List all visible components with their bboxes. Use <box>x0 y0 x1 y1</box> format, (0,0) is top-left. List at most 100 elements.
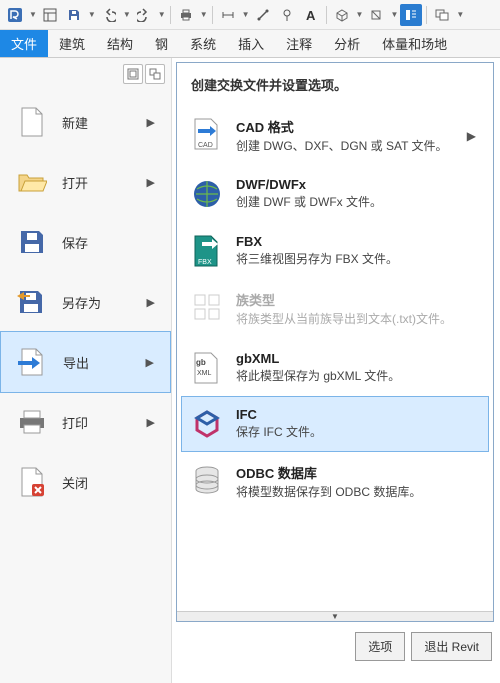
dropdown-icon[interactable]: ▼ <box>355 10 364 19</box>
tab-structure[interactable]: 结构 <box>96 30 144 57</box>
submenu-arrow-icon: ▶ <box>147 176 155 189</box>
chevron-down-icon: ▼ <box>331 612 339 621</box>
dropdown-icon[interactable]: ▼ <box>87 10 96 19</box>
close-file-icon <box>16 466 48 498</box>
item-title: IFC <box>236 407 474 422</box>
svg-text:A: A <box>306 8 316 22</box>
svg-text:XML: XML <box>197 370 212 377</box>
app-logo-icon[interactable] <box>4 4 26 26</box>
export-ifc[interactable]: IFC 保存 IFC 文件。 <box>181 396 489 452</box>
item-title: FBX <box>236 234 474 249</box>
file-menu-left: 新建 ▶ 打开 ▶ 保存 另存为 ▶ 导出 ▶ 打印 ▶ <box>0 58 172 683</box>
item-desc: 保存 IFC 文件。 <box>236 424 474 441</box>
menu-new[interactable]: 新建 ▶ <box>0 92 171 152</box>
recent-docs-icon[interactable] <box>123 64 143 84</box>
cad-export-icon: CAD <box>190 117 224 151</box>
tab-architecture[interactable]: 建筑 <box>48 30 96 57</box>
undo-icon[interactable] <box>98 4 120 26</box>
submenu-arrow-icon: ▶ <box>467 129 480 143</box>
item-title: CAD 格式 <box>236 117 449 136</box>
gbxml-icon: gb XML <box>190 351 224 385</box>
menu-label: 关闭 <box>62 473 155 492</box>
export-odbc[interactable]: ODBC 数据库 将模型数据保存到 ODBC 数据库。 <box>181 452 489 512</box>
submenu-arrow-icon: ▶ <box>146 356 154 369</box>
dropdown-icon[interactable]: ▼ <box>157 10 166 19</box>
properties-icon[interactable] <box>39 4 61 26</box>
tag-icon[interactable] <box>276 4 298 26</box>
tab-systems[interactable]: 系统 <box>179 30 227 57</box>
dropdown-icon[interactable]: ▼ <box>389 10 398 19</box>
redo-icon[interactable] <box>133 4 155 26</box>
3d-view-icon[interactable] <box>331 4 353 26</box>
odbc-database-icon <box>190 463 224 497</box>
item-desc: 将族类型从当前族导出到文本(.txt)文件。 <box>236 311 474 328</box>
submenu-arrow-icon: ▶ <box>147 116 155 129</box>
svg-text:FBX: FBX <box>198 259 212 266</box>
submenu-arrow-icon: ▶ <box>147 416 155 429</box>
fbx-icon: FBX <box>190 234 224 268</box>
export-fbx[interactable]: FBX FBX 将三维视图另存为 FBX 文件。 <box>181 223 489 279</box>
export-list: CAD CAD 格式 创建 DWG、DXF、DGN 或 SAT 文件。 ▶ DW… <box>177 104 493 611</box>
saveas-icon <box>16 286 48 318</box>
dropdown-icon[interactable]: ▼ <box>455 10 464 19</box>
exit-button[interactable]: 退出 Revit <box>411 632 492 661</box>
menu-save[interactable]: 保存 <box>0 212 171 272</box>
menu-label: 保存 <box>62 233 155 252</box>
tab-massing[interactable]: 体量和场地 <box>371 30 458 57</box>
menu-open[interactable]: 打开 ▶ <box>0 152 171 212</box>
scroll-down-button[interactable]: ▼ <box>177 611 493 621</box>
ifc-icon <box>190 407 224 441</box>
save-icon[interactable] <box>63 4 85 26</box>
quick-access-toolbar: ▼ ▼ ▼ ▼ ▼ ▼ A ▼ ▼ ▼ <box>0 0 500 30</box>
dimension-icon[interactable] <box>252 4 274 26</box>
item-title: ODBC 数据库 <box>236 463 474 482</box>
export-cad[interactable]: CAD CAD 格式 创建 DWG、DXF、DGN 或 SAT 文件。 ▶ <box>181 106 489 166</box>
tab-steel[interactable]: 钢 <box>144 30 179 57</box>
item-title: gbXML <box>236 351 474 366</box>
item-desc: 将模型数据保存到 ODBC 数据库。 <box>236 484 474 501</box>
export-gbxml[interactable]: gbXML gbXML 将此模型保存为 gbXML 文件。 <box>181 340 489 396</box>
tab-insert[interactable]: 插入 <box>227 30 275 57</box>
panel-title: 创建交换文件并设置选项。 <box>177 63 493 104</box>
item-desc: 创建 DWF 或 DWFx 文件。 <box>236 194 474 211</box>
export-panel: 创建交换文件并设置选项。 CAD CAD 格式 创建 DWG、DXF、DGN 或… <box>176 62 494 622</box>
options-button[interactable]: 选项 <box>355 632 405 661</box>
item-desc: 将此模型保存为 gbXML 文件。 <box>236 368 474 385</box>
file-menu-right: 创建交换文件并设置选项。 CAD CAD 格式 创建 DWG、DXF、DGN 或… <box>172 58 500 683</box>
dropdown-icon[interactable]: ▼ <box>241 10 250 19</box>
open-folder-icon <box>16 166 48 198</box>
new-file-icon <box>16 106 48 138</box>
item-title: DWF/DWFx <box>236 177 474 192</box>
item-desc: 创建 DWG、DXF、DGN 或 SAT 文件。 <box>236 138 449 155</box>
dropdown-icon[interactable]: ▼ <box>199 10 208 19</box>
tab-analyze[interactable]: 分析 <box>323 30 371 57</box>
file-menu-footer: 选项 退出 Revit <box>355 632 492 661</box>
menu-close[interactable]: 关闭 <box>0 452 171 512</box>
menu-label: 打印 <box>62 413 133 432</box>
menu-export[interactable]: 导出 ▶ <box>0 331 171 393</box>
dropdown-icon[interactable]: ▼ <box>28 10 37 19</box>
dropdown-icon[interactable]: ▼ <box>122 10 131 19</box>
dwf-globe-icon <box>190 177 224 211</box>
panel-toggle-icon[interactable] <box>400 4 422 26</box>
export-icon <box>17 346 49 378</box>
tab-file[interactable]: 文件 <box>0 30 48 57</box>
measure-icon[interactable] <box>217 4 239 26</box>
svg-text:CAD: CAD <box>198 142 213 149</box>
section-icon[interactable] <box>365 4 387 26</box>
window-icon[interactable] <box>431 4 453 26</box>
tab-annotate[interactable]: 注释 <box>275 30 323 57</box>
menu-label: 打开 <box>62 173 133 192</box>
svg-text:gb: gb <box>196 358 206 367</box>
text-icon[interactable]: A <box>300 4 322 26</box>
submenu-arrow-icon: ▶ <box>147 296 155 309</box>
print-icon[interactable] <box>175 4 197 26</box>
menu-saveas[interactable]: 另存为 ▶ <box>0 272 171 332</box>
menu-label: 新建 <box>62 113 133 132</box>
menu-label: 另存为 <box>62 293 133 312</box>
menu-print[interactable]: 打印 ▶ <box>0 392 171 452</box>
family-types-icon <box>190 290 224 324</box>
export-dwf[interactable]: DWF/DWFx 创建 DWF 或 DWFx 文件。 <box>181 166 489 222</box>
open-docs-icon[interactable] <box>145 64 165 84</box>
printer-icon <box>16 406 48 438</box>
